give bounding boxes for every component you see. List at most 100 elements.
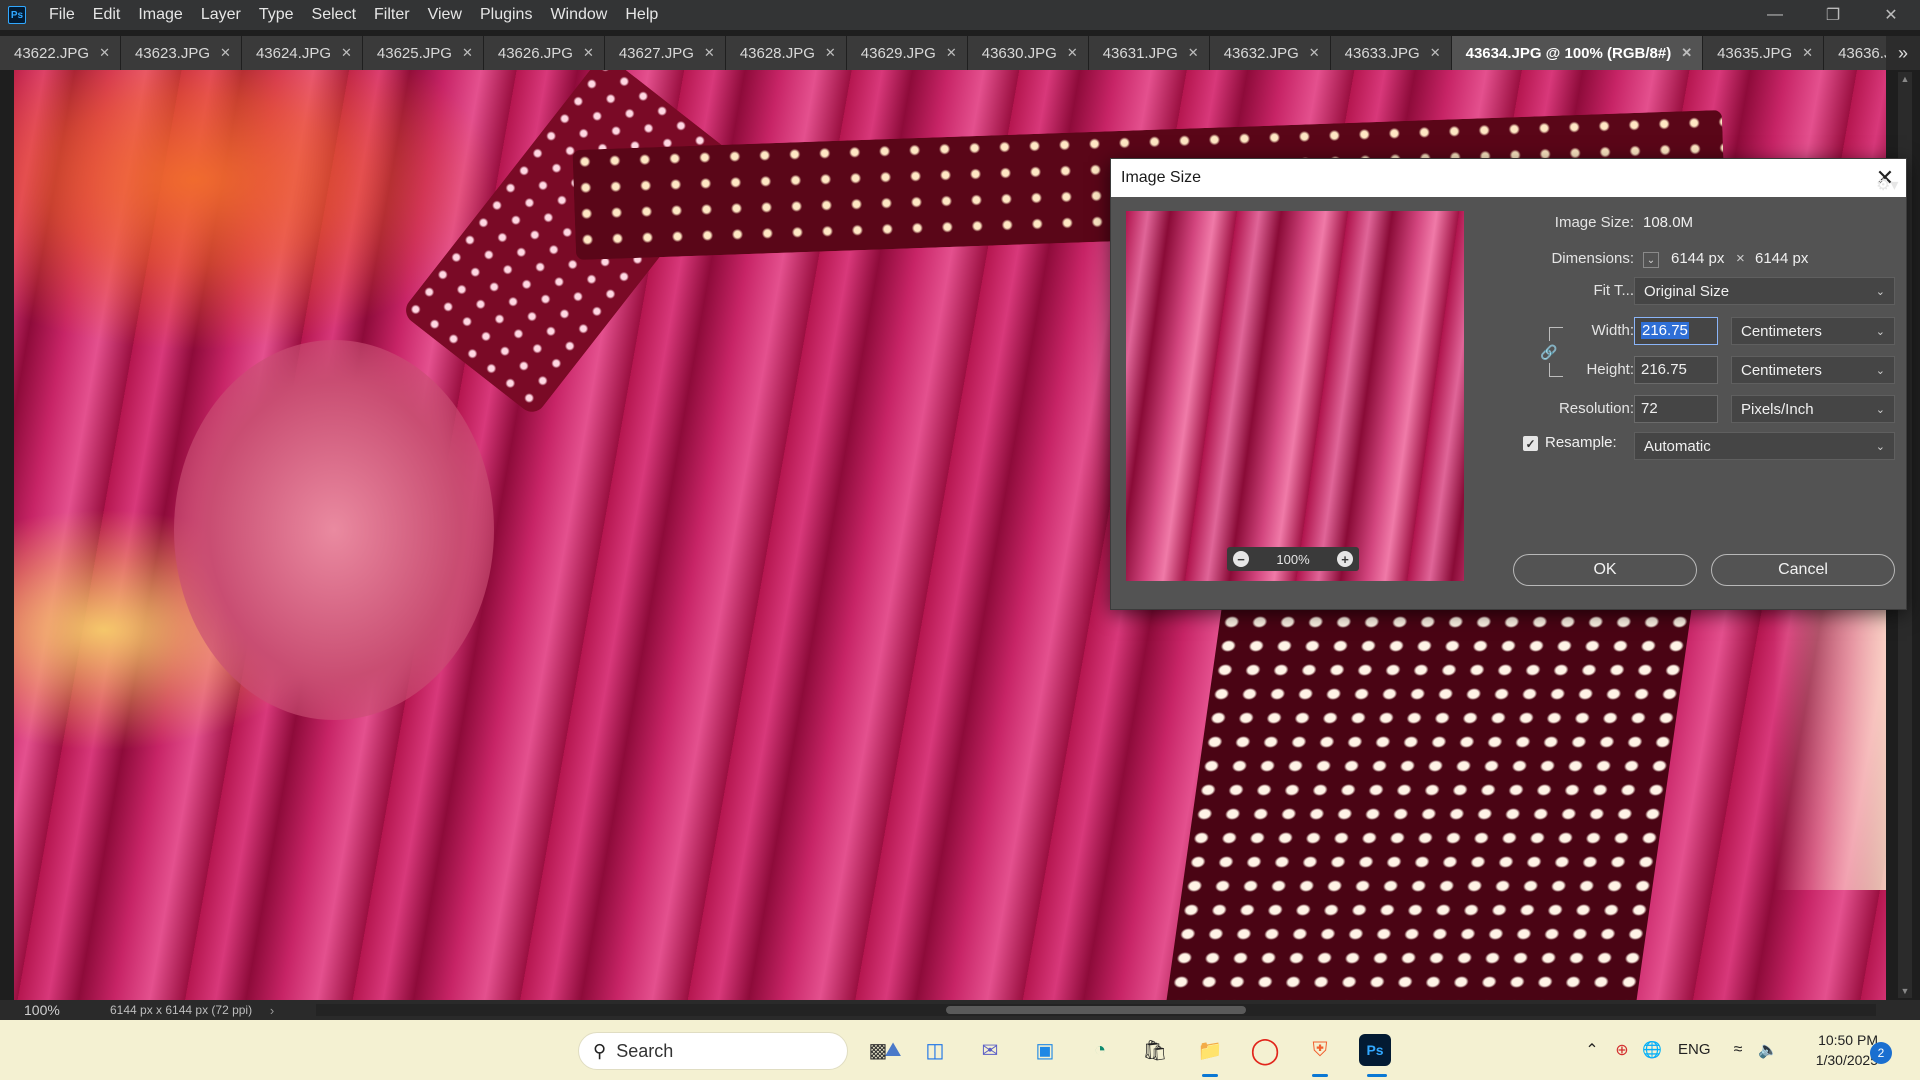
- tab-43634-active[interactable]: 43634.JPG @ 100% (RGB/8#) ✕: [1451, 36, 1704, 70]
- height-input[interactable]: 216.75: [1634, 356, 1718, 384]
- tab-43624[interactable]: 43624.JPG ✕: [241, 36, 363, 70]
- minimize-icon[interactable]: —: [1746, 0, 1804, 30]
- file-explorer-icon[interactable]: 📁: [1194, 1034, 1226, 1066]
- tab-43629[interactable]: 43629.JPG ✕: [846, 36, 968, 70]
- chevron-right-icon[interactable]: ›: [260, 1003, 284, 1018]
- close-icon[interactable]: ✕: [946, 45, 957, 61]
- widgets-icon[interactable]: ◫: [919, 1034, 951, 1066]
- windows-start-icon[interactable]: [528, 1034, 558, 1064]
- gear-icon[interactable]: ⚙▾: [1876, 175, 1898, 195]
- close-icon[interactable]: ✕: [583, 45, 594, 61]
- close-icon[interactable]: ✕: [704, 45, 715, 61]
- taskbar-search[interactable]: ⚲ Search: [578, 1032, 848, 1070]
- menu-image[interactable]: Image: [129, 0, 191, 30]
- close-window-icon[interactable]: ✕: [1862, 0, 1920, 30]
- menu-layer[interactable]: Layer: [192, 0, 250, 30]
- chevron-down-icon[interactable]: ▼: [1898, 984, 1912, 998]
- close-icon[interactable]: ✕: [1681, 45, 1692, 61]
- resample-dropdown[interactable]: Automatic ⌄: [1634, 432, 1895, 460]
- task-view-icon[interactable]: ▩: [862, 1034, 894, 1066]
- wifi-icon[interactable]: ≈: [1722, 1034, 1754, 1066]
- tab-43635[interactable]: 43635.JPG ✕: [1703, 36, 1825, 70]
- status-zoom[interactable]: 100%: [0, 1002, 80, 1018]
- ok-button[interactable]: OK: [1513, 554, 1697, 586]
- scrollbar-thumb[interactable]: [946, 1006, 1246, 1014]
- image-preview[interactable]: − 100% +: [1126, 211, 1464, 581]
- close-icon[interactable]: ✕: [1430, 45, 1441, 61]
- close-icon[interactable]: ✕: [1188, 45, 1199, 61]
- menu-view[interactable]: View: [419, 0, 471, 30]
- tab-43632[interactable]: 43632.JPG ✕: [1209, 36, 1331, 70]
- resolution-unit-dropdown[interactable]: Pixels/Inch ⌄: [1731, 395, 1895, 423]
- status-doc-info: 6144 px x 6144 px (72 ppi): [110, 1003, 253, 1017]
- tab-43623[interactable]: 43623.JPG ✕: [120, 36, 242, 70]
- close-icon[interactable]: ✕: [341, 45, 352, 61]
- fit-to-dropdown[interactable]: Original Size ⌄: [1634, 277, 1895, 305]
- search-label: Search: [616, 1040, 674, 1061]
- status-bar: 100% 6144 px x 6144 px (72 ppi) ›: [0, 1000, 1920, 1020]
- close-icon[interactable]: ✕: [220, 45, 231, 61]
- menu-select[interactable]: Select: [303, 0, 365, 30]
- store-icon[interactable]: 🛍: [1139, 1034, 1171, 1066]
- vpn-icon[interactable]: ⊕: [1606, 1034, 1638, 1066]
- tab-43622[interactable]: 43622.JPG ✕: [0, 36, 121, 70]
- network-globe-icon[interactable]: 🌐: [1636, 1034, 1668, 1066]
- menu-help[interactable]: Help: [616, 0, 667, 30]
- tab-43630[interactable]: 43630.JPG ✕: [967, 36, 1089, 70]
- photoshop-logo-icon[interactable]: Ps: [8, 6, 26, 24]
- edge-browser-icon[interactable]: ◔: [1084, 1034, 1116, 1066]
- notification-badge[interactable]: 2: [1870, 1042, 1892, 1064]
- menu-window[interactable]: Window: [541, 0, 616, 30]
- brave-browser-icon[interactable]: ⛨: [1304, 1034, 1336, 1066]
- constrain-proportions[interactable]: 🔗: [1539, 327, 1563, 377]
- tab-43627[interactable]: 43627.JPG ✕: [604, 36, 726, 70]
- dialog-title: Image Size: [1121, 169, 1202, 186]
- link-chain-icon[interactable]: 🔗: [1540, 343, 1557, 361]
- close-icon[interactable]: ✕: [462, 45, 473, 61]
- photoshop-taskbar-icon[interactable]: Ps: [1359, 1034, 1391, 1066]
- language-indicator[interactable]: ENG: [1678, 1041, 1711, 1058]
- speaker-muted-icon[interactable]: 🔈: [1752, 1034, 1784, 1066]
- chevron-up-icon[interactable]: ▲: [1898, 72, 1912, 86]
- tab-43631[interactable]: 43631.JPG ✕: [1088, 36, 1210, 70]
- dialog-titlebar[interactable]: Image Size ✕: [1111, 159, 1906, 197]
- dimensions-separator: ×: [1736, 250, 1745, 267]
- height-unit-dropdown[interactable]: Centimeters ⌄: [1731, 356, 1895, 384]
- tab-43628[interactable]: 43628.JPG ✕: [725, 36, 847, 70]
- dimensions-height: 6144 px: [1755, 250, 1809, 267]
- taskbar-clock[interactable]: 10:50 PM 1/30/2025: [1788, 1030, 1878, 1070]
- menu-edit[interactable]: Edit: [84, 0, 130, 30]
- close-icon[interactable]: ✕: [1309, 45, 1320, 61]
- preview-zoom-control: − 100% +: [1227, 547, 1359, 571]
- opera-browser-icon[interactable]: ◯: [1249, 1034, 1281, 1066]
- tab-label: 43628.JPG: [739, 44, 815, 62]
- zoom-out-icon[interactable]: −: [1233, 551, 1249, 567]
- restore-icon[interactable]: ❐: [1804, 0, 1862, 30]
- menu-filter[interactable]: Filter: [365, 0, 419, 30]
- close-icon[interactable]: ✕: [825, 45, 836, 61]
- chevron-up-icon[interactable]: ⌃: [1576, 1034, 1608, 1066]
- tab-label: 43635.JPG: [1717, 44, 1793, 62]
- tab-label: 43630.JPG: [981, 44, 1057, 62]
- tab-43625[interactable]: 43625.JPG ✕: [362, 36, 484, 70]
- image-size-dialog: Image Size ✕ − 100% + Image Size: 108.0M…: [1110, 158, 1907, 610]
- chevron-down-icon[interactable]: ⌄: [1643, 252, 1659, 268]
- width-unit-dropdown[interactable]: Centimeters ⌄: [1731, 317, 1895, 345]
- chevron-double-right-icon[interactable]: »: [1886, 36, 1920, 70]
- photos-icon[interactable]: ▣: [1029, 1034, 1061, 1066]
- chat-icon[interactable]: ✉: [974, 1034, 1006, 1066]
- horizontal-scrollbar[interactable]: [316, 1004, 1876, 1016]
- tab-43626[interactable]: 43626.JPG ✕: [483, 36, 605, 70]
- tab-43633[interactable]: 43633.JPG ✕: [1330, 36, 1452, 70]
- close-icon[interactable]: ✕: [99, 45, 110, 61]
- resample-checkbox[interactable]: ✓: [1523, 436, 1538, 451]
- menu-type[interactable]: Type: [250, 0, 303, 30]
- close-icon[interactable]: ✕: [1802, 45, 1813, 61]
- zoom-in-icon[interactable]: +: [1337, 551, 1353, 567]
- close-icon[interactable]: ✕: [1067, 45, 1078, 61]
- cancel-button[interactable]: Cancel: [1711, 554, 1895, 586]
- menu-file[interactable]: File: [40, 0, 84, 30]
- resolution-input[interactable]: 72: [1634, 395, 1718, 423]
- menu-plugins[interactable]: Plugins: [471, 0, 541, 30]
- width-input[interactable]: 216.75: [1634, 317, 1718, 345]
